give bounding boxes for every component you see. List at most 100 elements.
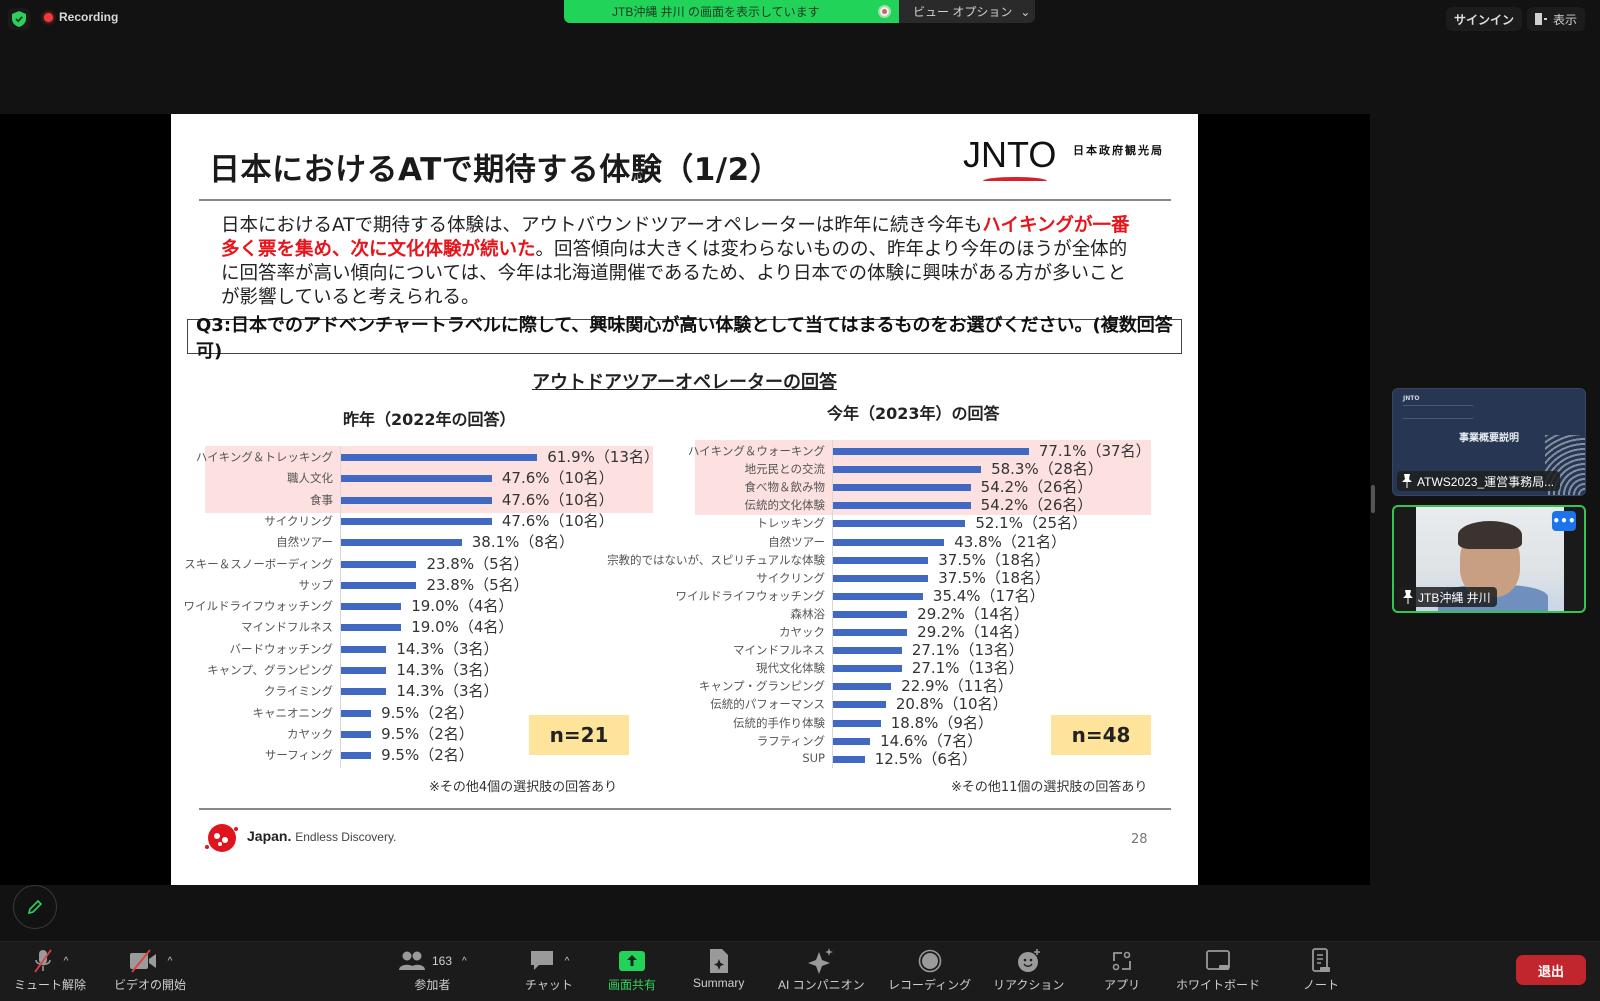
bar-row: 宗教的ではないが、スピリチュアルな体験 37.5%（18名） [607, 551, 1147, 569]
category-label: 職人文化 [287, 471, 333, 486]
bar-row: 食事 47.6%（10名） [201, 491, 649, 509]
bar [833, 538, 945, 546]
category-label: 伝統的手作り体験 [733, 715, 825, 730]
recording-indicator[interactable]: Recording [44, 10, 118, 24]
security-shield-icon[interactable] [8, 8, 30, 30]
bar-row: サイクリング 47.6%（10名） [201, 512, 649, 530]
bar-row: スキー＆スノーボーディング 23.8%（5名） [184, 555, 649, 573]
display-button[interactable]: 表示 [1527, 7, 1586, 31]
bar-row: ワイルドライフウォッチング 19.0%（4名） [184, 597, 649, 615]
panel-resize-handle[interactable] [1371, 485, 1375, 513]
presentation-slide: 日本におけるATで期待する体験（1/2） JNTO 日本政府観光局 日本における… [171, 114, 1198, 885]
category-label: カヤック [779, 625, 825, 639]
bar [833, 647, 902, 655]
view-options-label: ビュー オプション [913, 5, 1013, 19]
page-number: 28 [1131, 832, 1148, 847]
share-status-icon[interactable] [878, 5, 891, 18]
footer-brand-name: Japan. [247, 828, 292, 844]
chat-button[interactable]: ^ チャット [525, 946, 573, 993]
mute-label: ミュート解除 [14, 978, 87, 992]
pin-icon [1403, 590, 1413, 604]
category-label: ハイキング＆トレッキング [195, 450, 333, 464]
chart-heading-text: アウトドアツアーオペレーターの回答 [532, 372, 837, 393]
bar [833, 592, 923, 600]
chart-heading: アウトドアツアーオペレーターの回答 [171, 368, 1198, 394]
reactions-label: リアクション [993, 978, 1065, 992]
reactions-button[interactable]: リアクション [993, 946, 1064, 993]
bar-row: トレッキング 52.1%（25名） [691, 514, 1147, 532]
bar [341, 539, 462, 547]
participant-count: 163 [432, 954, 453, 968]
value-label: 47.6%（10名） [501, 490, 614, 509]
bar [833, 574, 929, 582]
more-options-button[interactable]: ••• [1552, 511, 1576, 531]
n-badge-2023: n=48 [1051, 715, 1151, 755]
value-label: 14.3%（3名） [396, 682, 499, 701]
recording-label: Recording [59, 10, 119, 24]
mute-button[interactable]: ^ ミュート解除 [14, 946, 86, 993]
n-badge-2022: n=21 [529, 715, 629, 755]
record-button[interactable]: レコーディング [888, 946, 971, 993]
bar-row: 自然ツアー 43.8%（21名） [691, 533, 1147, 551]
category-label: 地元民との交流 [744, 462, 825, 477]
whiteboard-button[interactable]: ホワイトボード [1176, 946, 1260, 993]
video-options-caret[interactable]: ^ [168, 956, 173, 967]
signin-button[interactable]: サインイン [1446, 7, 1523, 31]
leave-button[interactable]: 退出 [1516, 955, 1586, 985]
bar [341, 603, 402, 611]
mic-off-icon [33, 949, 52, 973]
summary-button[interactable]: Summary [693, 946, 744, 990]
apps-button[interactable]: アプリ [1104, 946, 1140, 993]
category-label: サイクリング [264, 513, 333, 528]
footer-tagline: Endless Discovery. [295, 830, 397, 844]
chevron-down-icon: ⌄ [1020, 4, 1031, 19]
annotate-button[interactable] [13, 885, 57, 929]
bar [833, 755, 865, 763]
participant-tile-active-speaker[interactable]: ••• JTB沖縄 井川 [1392, 505, 1586, 613]
category-label: キャンプ、グランピング [207, 663, 333, 677]
value-label: 9.5%（2名） [381, 703, 474, 722]
bar-row: キャンプ、グランピング 14.3%（3名） [201, 661, 649, 679]
title-divider [199, 199, 1171, 201]
participants-button[interactable]: 163 ^ 参加者 [398, 946, 467, 993]
chat-options-caret[interactable]: ^ [565, 956, 570, 967]
apps-icon [1112, 951, 1131, 971]
bar [341, 688, 387, 696]
bar-row: 職人文化 47.6%（10名） [201, 469, 649, 487]
summary-label: Summary [693, 976, 745, 990]
bar [341, 667, 387, 674]
value-label: 47.6%（10名） [501, 511, 614, 530]
whiteboard-label: ホワイトボード [1176, 978, 1261, 992]
meeting-toolbar: ^ ミュート解除 ^ ビデオの開始 163 ^ 参加者 ^ チャット 画面共有 S… [0, 941, 1600, 1001]
value-label: 38.1%（8名） [471, 533, 574, 552]
category-label: 食事 [310, 492, 333, 507]
mute-options-caret[interactable]: ^ [64, 956, 69, 967]
participant-name: JTB沖縄 井川 [1418, 590, 1491, 605]
participants-label: 参加者 [414, 978, 451, 992]
whiteboard-icon [1206, 950, 1230, 970]
participants-options-caret[interactable]: ^ [462, 956, 467, 967]
participants-icon [399, 951, 425, 970]
bar [833, 502, 971, 510]
category-label: ハイキング＆ウォーキング [687, 444, 825, 458]
screen-share-banner: JTB沖縄 井川 の画面を表示しています [564, 0, 899, 23]
value-label: 9.5%（2名） [381, 746, 474, 765]
notes-label: ノート [1303, 978, 1340, 992]
display-label: 表示 [1553, 12, 1578, 27]
participant-name-tag: ATWS2023_運営事務局... [1397, 471, 1561, 491]
ai-companion-button[interactable]: AI コンパニオン [778, 946, 865, 993]
jnto-swoosh-icon [983, 177, 1047, 185]
participant-tile-atws[interactable]: JNTO 事業概要説明 ATWS2023_運営事務局... [1392, 388, 1586, 496]
pencil-icon [27, 899, 43, 915]
pin-icon [1402, 474, 1412, 488]
share-banner-text: JTB沖縄 井川 の画面を表示しています [612, 5, 820, 19]
bar [833, 466, 982, 474]
share-screen-button[interactable]: 画面共有 [608, 946, 656, 993]
notes-button[interactable]: ノート [1303, 946, 1339, 993]
bar [833, 719, 881, 727]
category-label: マインドフルネス [733, 643, 825, 658]
bar [341, 624, 402, 632]
category-label: 伝統的文化体験 [744, 498, 826, 513]
view-options-button[interactable]: ビュー オプション ⌄ [899, 0, 1035, 23]
video-button[interactable]: ^ ビデオの開始 [114, 946, 186, 993]
